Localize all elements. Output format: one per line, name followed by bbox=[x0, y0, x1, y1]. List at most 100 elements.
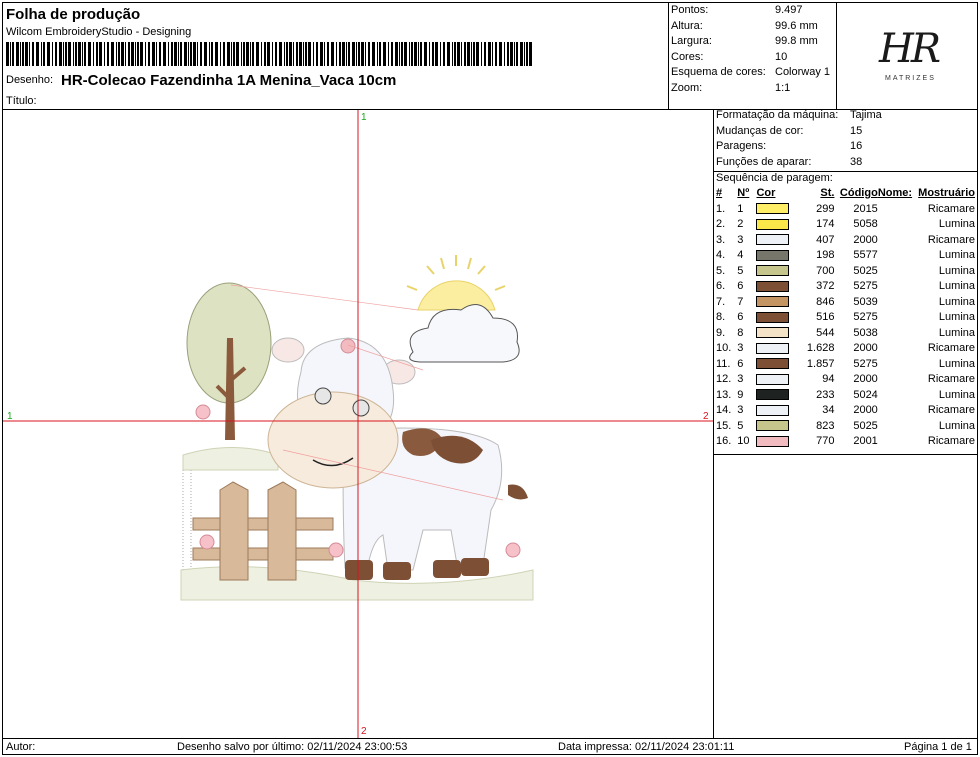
table-row: 7. 7 846 5039 Lumina bbox=[716, 295, 975, 311]
row-name bbox=[878, 217, 918, 233]
row-index: 2. bbox=[716, 218, 726, 230]
barcode-bar bbox=[464, 42, 466, 66]
cloud bbox=[409, 304, 520, 363]
barcode-bar bbox=[140, 42, 143, 66]
color-swatch bbox=[756, 218, 790, 230]
fence-post-left bbox=[219, 481, 249, 581]
barcode-bar bbox=[395, 42, 398, 66]
row-name bbox=[878, 434, 918, 450]
barcode-bar bbox=[457, 42, 460, 66]
row-index: 9. bbox=[716, 326, 726, 339]
barcode-bar bbox=[404, 42, 407, 66]
footer-page: Página 1 de 1 bbox=[904, 741, 972, 753]
row-color bbox=[756, 233, 801, 249]
cow-bow bbox=[340, 338, 356, 354]
row-name bbox=[878, 326, 918, 342]
cow-hooves bbox=[345, 558, 489, 580]
barcode-bar bbox=[289, 42, 292, 66]
row-stitches: 700 bbox=[816, 264, 835, 277]
barcode-bar bbox=[25, 42, 28, 66]
row-code: 2015 bbox=[853, 202, 878, 215]
barcode-bar bbox=[299, 42, 302, 66]
row-index: 3. bbox=[716, 233, 726, 246]
barcode-bar bbox=[29, 42, 30, 66]
barcode-bar bbox=[414, 42, 417, 66]
color-swatch bbox=[756, 358, 790, 370]
barcode-bar bbox=[16, 42, 19, 66]
barcode-bar bbox=[473, 42, 475, 66]
barcode-bar bbox=[41, 42, 42, 66]
stat-value: 1:1 bbox=[775, 81, 791, 94]
barcode-bar bbox=[379, 42, 381, 66]
barcode-bar bbox=[163, 42, 166, 66]
table-row: 4. 4 198 5577 Lumina bbox=[716, 248, 975, 264]
barcode-bar bbox=[308, 42, 311, 66]
table-row: 5. 5 700 5025 Lumina bbox=[716, 264, 975, 280]
barcode-bar bbox=[432, 42, 434, 66]
row-needle: 4 bbox=[737, 249, 744, 261]
row-color bbox=[756, 372, 801, 388]
barcode-bar bbox=[372, 42, 375, 66]
row-brand: Lumina bbox=[938, 388, 975, 401]
row-needle: 7 bbox=[737, 295, 744, 308]
barcode-bar bbox=[303, 42, 304, 66]
table-row: 2. 2 174 5058 Lumina bbox=[716, 217, 975, 233]
barcode-bar bbox=[243, 42, 245, 66]
barcode-bar bbox=[231, 42, 232, 66]
stat-value: 9.497 bbox=[775, 4, 803, 16]
row-stitches: 94 bbox=[822, 373, 835, 385]
barcode-bar bbox=[401, 42, 403, 66]
barcode-bar bbox=[104, 42, 105, 66]
barcode-bar bbox=[331, 42, 334, 66]
barcode-bar bbox=[352, 42, 355, 66]
stat-row: Esquema de cores: Colorway 1 bbox=[671, 65, 830, 81]
barcode-bar bbox=[296, 42, 298, 66]
row-name bbox=[878, 202, 918, 218]
barcode-bar bbox=[516, 42, 518, 66]
stat-row: Zoom: 1:1 bbox=[671, 81, 830, 97]
barcode-bar bbox=[156, 42, 157, 66]
barcode-bar bbox=[59, 42, 62, 66]
footer-printed: Data impressa: 02/11/2024 23:01:11 bbox=[558, 741, 735, 753]
barcode-bar bbox=[65, 42, 67, 66]
barcode-bar bbox=[174, 42, 177, 66]
column-header: St. bbox=[820, 187, 835, 199]
barcode-bar bbox=[454, 42, 456, 66]
barcode-bar bbox=[418, 42, 419, 66]
barcode-bar bbox=[246, 42, 249, 66]
barcode-bar bbox=[171, 42, 173, 66]
column-header: Nome: bbox=[877, 187, 913, 199]
row-index: 6. bbox=[716, 280, 726, 292]
marker-left: 1 bbox=[7, 411, 13, 422]
machine-info: Formatação da máquina: Tajima Mudanças de… bbox=[716, 108, 882, 170]
table-row: 3. 3 407 2000 Ricamare bbox=[716, 233, 975, 249]
barcode-bar bbox=[118, 42, 120, 66]
barcode-bar bbox=[305, 42, 307, 66]
barcode-bar bbox=[383, 42, 386, 66]
barcode-bar bbox=[316, 42, 318, 66]
marker-top: 1 bbox=[361, 112, 367, 123]
row-code: 2000 bbox=[853, 233, 878, 246]
stat-row: Pontos: 9.497 bbox=[671, 3, 830, 19]
cow-muzzle bbox=[267, 391, 399, 489]
row-index: 7. bbox=[716, 295, 726, 308]
row-index: 4. bbox=[716, 249, 726, 261]
barcode-bar bbox=[159, 42, 161, 66]
barcode-bar bbox=[476, 42, 479, 66]
cow-tail bbox=[508, 484, 528, 500]
row-brand: Ricamare bbox=[927, 233, 975, 246]
barcode-bar bbox=[193, 42, 196, 66]
design-label: Desenho: bbox=[6, 74, 54, 86]
row-color bbox=[756, 295, 801, 311]
color-swatch bbox=[756, 203, 790, 215]
machine-label: Formatação da máquina: bbox=[716, 109, 839, 121]
column-header: # bbox=[716, 187, 723, 199]
barcode-bar bbox=[84, 42, 86, 66]
row-name bbox=[878, 403, 918, 419]
row-needle: 6 bbox=[737, 357, 744, 370]
barcode-bar bbox=[135, 42, 136, 66]
barcode-bar bbox=[88, 42, 91, 66]
barcode-bar bbox=[471, 42, 472, 66]
barcode-bar bbox=[358, 42, 360, 66]
barcode-bar bbox=[178, 42, 179, 66]
